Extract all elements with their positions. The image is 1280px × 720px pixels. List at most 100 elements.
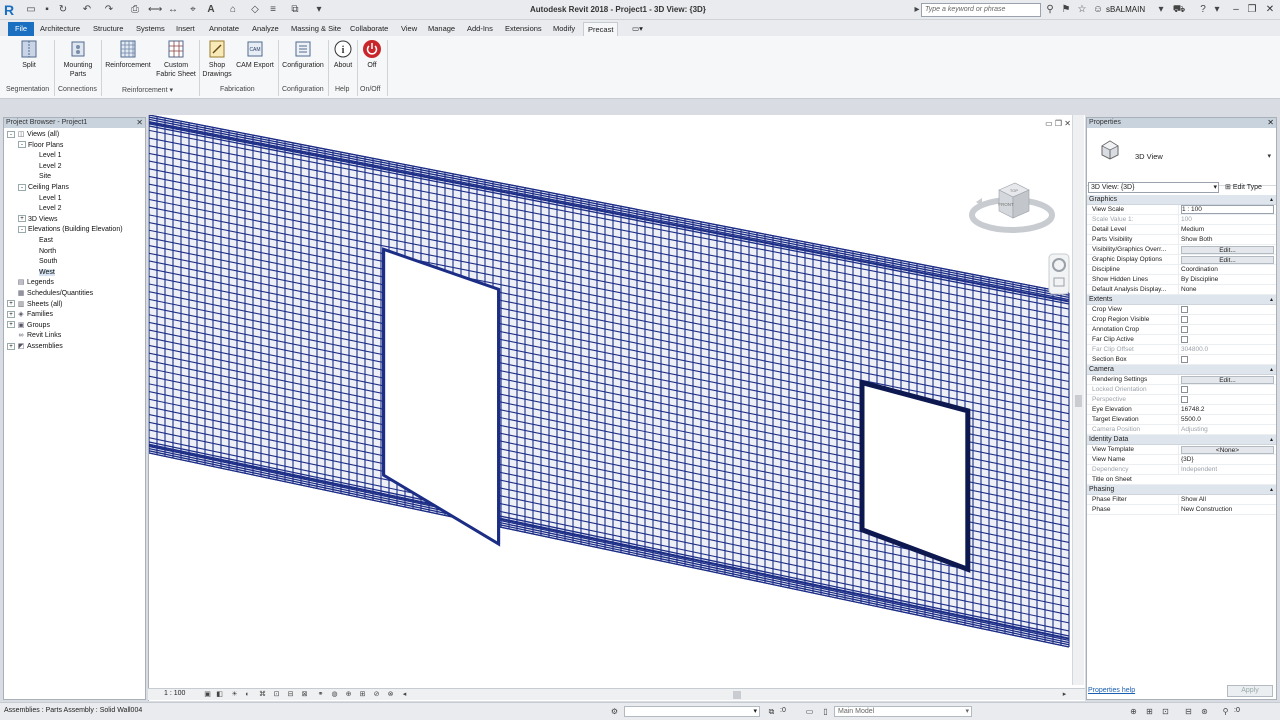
tab-architecture[interactable]: Architecture: [36, 22, 84, 36]
browser-node[interactable]: +3D Views: [6, 215, 57, 226]
expand-icon[interactable]: +: [7, 342, 15, 350]
horizontal-scroll-thumb[interactable]: [733, 691, 741, 699]
property-value[interactable]: Edit...: [1178, 375, 1274, 384]
open-icon[interactable]: ▭: [24, 3, 38, 17]
design-options-icon[interactable]: ▭: [804, 706, 815, 717]
property-value[interactable]: 5500.0: [1178, 415, 1274, 425]
browser-node[interactable]: Level 2: [6, 204, 62, 215]
property-checkbox[interactable]: [1181, 306, 1188, 313]
tab-precast[interactable]: Precast: [583, 22, 619, 36]
section-icon[interactable]: ◇: [248, 3, 262, 17]
property-group-header[interactable]: Graphics ▴: [1087, 195, 1276, 205]
expand-icon[interactable]: +: [7, 300, 15, 308]
browser-node[interactable]: ▦ Schedules/Quantities: [6, 289, 93, 300]
type-dropdown-chevron-icon[interactable]: ▾: [1267, 152, 1271, 160]
help-icon[interactable]: ?: [1196, 3, 1210, 17]
editable-only-icon[interactable]: ⧉: [766, 706, 777, 717]
properties-help-link[interactable]: Properties help: [1088, 687, 1135, 694]
tab-file[interactable]: File: [8, 22, 35, 36]
user-icon[interactable]: ☺: [1091, 3, 1105, 17]
collapse-icon[interactable]: -: [18, 226, 26, 234]
property-value[interactable]: By Discipline: [1178, 275, 1274, 285]
sync-icon[interactable]: ↻: [56, 3, 70, 17]
property-checkbox[interactable]: [1181, 316, 1188, 323]
expand-icon[interactable]: +: [7, 321, 15, 329]
browser-node[interactable]: ▤ Legends: [6, 278, 54, 289]
default-3d-icon[interactable]: ⌂: [226, 3, 240, 17]
close-hidden-icon[interactable]: ⧉: [288, 3, 302, 17]
property-edit-button[interactable]: <None>: [1181, 446, 1274, 454]
tab-collaborate[interactable]: Collaborate: [346, 22, 392, 36]
cam-export-button[interactable]: CAM CAM Export: [235, 39, 275, 70]
lock-view-icon[interactable]: ⊠: [300, 690, 309, 699]
project-browser-close-icon[interactable]: ✕: [136, 118, 143, 128]
configuration-button[interactable]: Configuration: [280, 39, 326, 70]
property-checkbox[interactable]: [1181, 326, 1188, 333]
property-value[interactable]: Show Both: [1178, 235, 1274, 245]
panel-label-reinforcement[interactable]: Reinforcement ▾: [122, 86, 173, 94]
worksets-icon[interactable]: ⚙: [609, 706, 620, 717]
select-links-icon[interactable]: ⊕: [1128, 706, 1139, 717]
binoculars-icon[interactable]: ⚲: [1043, 3, 1057, 17]
redo-icon[interactable]: ↷: [102, 3, 116, 17]
browser-node[interactable]: Site: [6, 172, 51, 183]
property-group-header[interactable]: Identity Data ▴: [1087, 435, 1276, 445]
group-collapse-icon[interactable]: ▴: [1270, 295, 1273, 305]
workset-select[interactable]: ▾: [624, 706, 760, 717]
edit-type-button[interactable]: ⊞ Edit Type: [1225, 182, 1275, 193]
navigation-bar[interactable]: [1048, 253, 1070, 295]
viewport-vertical-scrollbar[interactable]: [1072, 115, 1084, 685]
browser-node[interactable]: + ◈ Families: [6, 310, 53, 321]
property-group-header[interactable]: Camera ▴: [1087, 365, 1276, 375]
browser-node[interactable]: Level 1: [6, 194, 62, 205]
visual-style-icon[interactable]: ◧: [215, 690, 224, 699]
group-collapse-icon[interactable]: ▴: [1270, 485, 1273, 495]
property-value[interactable]: None: [1178, 285, 1274, 295]
browser-node[interactable]: South: [6, 257, 57, 268]
worksharing-icon[interactable]: ⊞: [358, 690, 367, 699]
crop-region-icon[interactable]: ⊟: [286, 690, 295, 699]
about-button[interactable]: i About: [330, 39, 356, 70]
reinforcement-button[interactable]: Reinforcement: [102, 39, 154, 70]
drag-elements-icon[interactable]: ⊛: [1199, 706, 1210, 717]
group-collapse-icon[interactable]: ▴: [1270, 435, 1273, 445]
split-button[interactable]: Split: [14, 39, 44, 70]
browser-node[interactable]: - Floor Plans: [6, 141, 63, 152]
browser-node[interactable]: + ▥ Sheets (all): [6, 300, 62, 311]
username[interactable]: sBALMAIN: [1106, 5, 1145, 14]
undo-icon[interactable]: ↶: [80, 3, 94, 17]
browser-node[interactable]: Level 2: [6, 162, 62, 173]
property-value[interactable]: Edit...: [1178, 245, 1274, 254]
revit-logo-icon[interactable]: R: [4, 2, 18, 18]
tab-view[interactable]: View: [397, 22, 421, 36]
tag-icon[interactable]: ⌖: [186, 3, 200, 17]
view-minimize-icon[interactable]: ▭: [1045, 119, 1053, 128]
type-selector[interactable]: 3D View ▾: [1087, 128, 1276, 186]
shadows-icon[interactable]: ◐: [243, 690, 252, 699]
tab-analyze[interactable]: Analyze: [248, 22, 283, 36]
property-value[interactable]: Coordination: [1178, 265, 1274, 275]
property-value[interactable]: New Construction: [1178, 505, 1274, 515]
browser-node[interactable]: East: [6, 236, 53, 247]
view-restore-icon[interactable]: ❐: [1055, 119, 1062, 128]
viewport-scroll-thumb[interactable]: [1075, 395, 1082, 407]
exclude-options-icon[interactable]: ▯: [820, 706, 831, 717]
property-input[interactable]: 1 : 100: [1181, 205, 1274, 214]
tab-systems[interactable]: Systems: [132, 22, 169, 36]
property-value[interactable]: <None>: [1178, 445, 1274, 454]
thin-lines-icon[interactable]: ≡: [266, 3, 280, 17]
tab-massing-site[interactable]: Massing & Site: [287, 22, 345, 36]
property-value[interactable]: Edit...: [1178, 255, 1274, 264]
collapse-icon[interactable]: -: [18, 183, 26, 191]
scroll-left-icon[interactable]: ◂: [400, 690, 409, 699]
scroll-right-icon[interactable]: ▸: [1060, 690, 1069, 699]
constraints-icon[interactable]: ⊗: [386, 690, 395, 699]
browser-node[interactable]: - ◫ Views (all): [6, 130, 59, 141]
apply-button[interactable]: Apply: [1227, 685, 1273, 697]
browser-node[interactable]: - Elevations (Building Elevation): [6, 225, 123, 236]
sun-path-icon[interactable]: ☀: [230, 690, 239, 699]
mounting-parts-button[interactable]: Mounting Parts: [58, 39, 98, 79]
property-value[interactable]: 1 : 100: [1178, 205, 1274, 214]
tab-insert[interactable]: Insert: [172, 22, 199, 36]
property-edit-button[interactable]: Edit...: [1181, 376, 1274, 384]
